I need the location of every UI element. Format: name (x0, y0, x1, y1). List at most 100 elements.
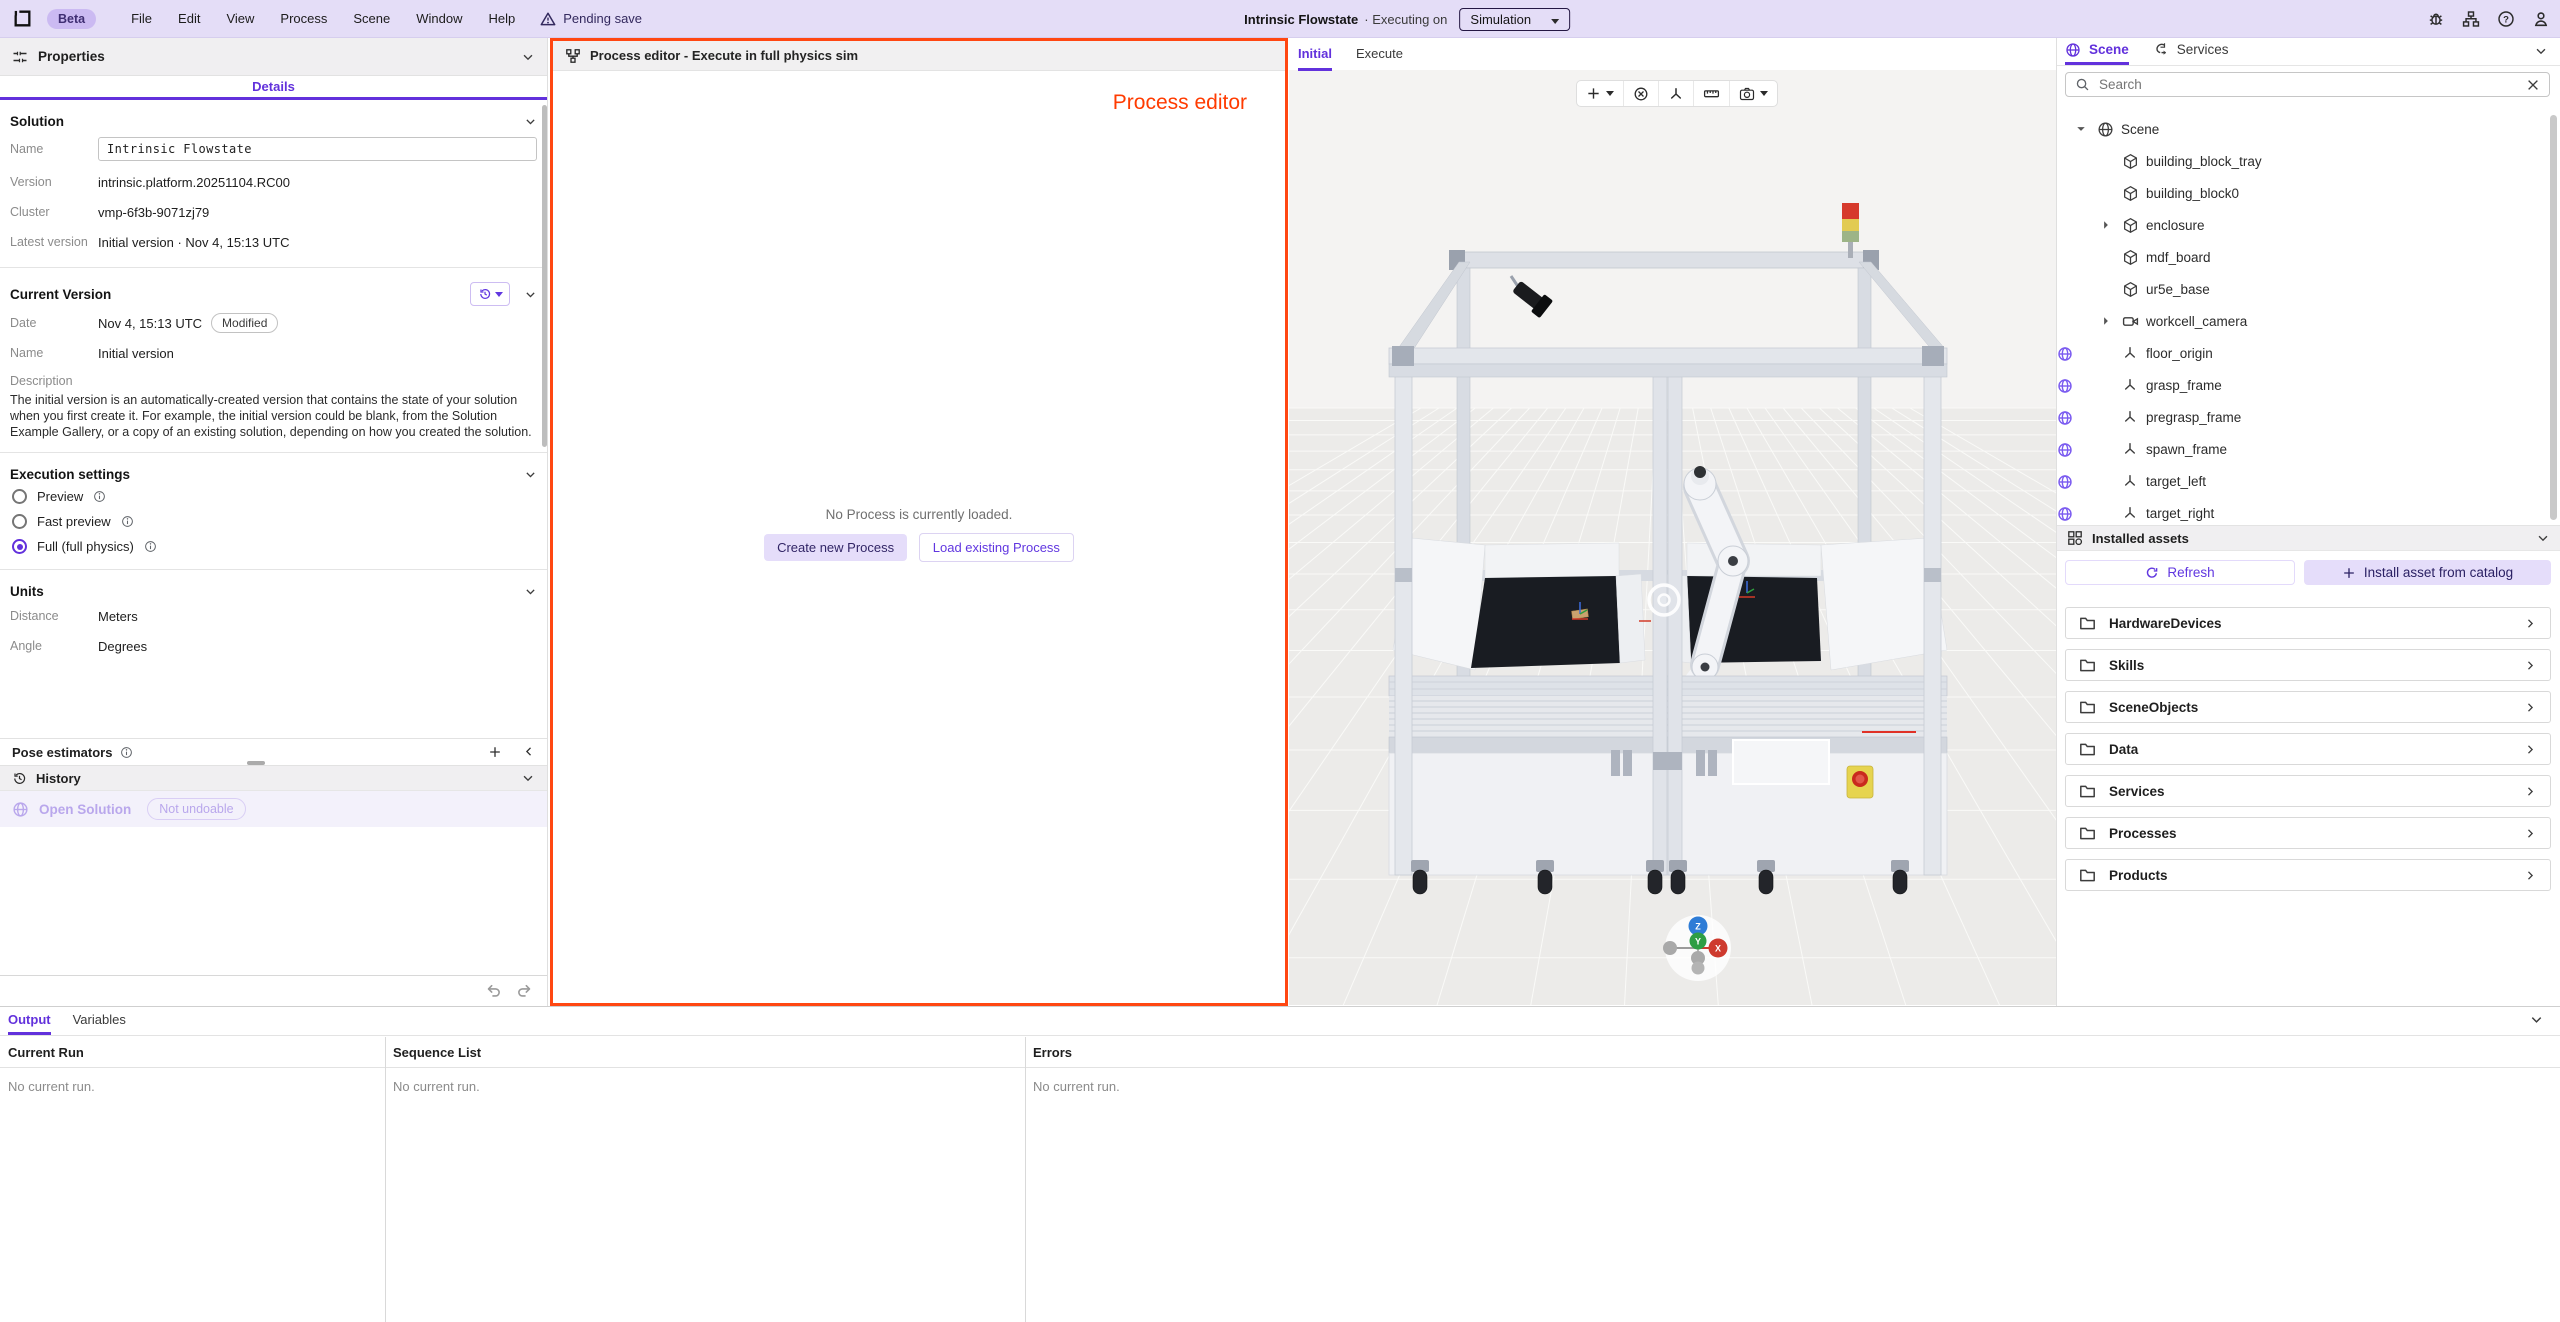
chevron-down-icon[interactable] (521, 771, 535, 785)
refresh-button[interactable]: Refresh (2065, 560, 2295, 585)
asset-folder-row[interactable]: Processes (2065, 817, 2551, 849)
tree-row[interactable]: building_block0 (2057, 178, 2552, 210)
radio-button[interactable] (12, 539, 27, 554)
load-existing-process-button[interactable]: Load existing Process (918, 533, 1074, 562)
menu-item[interactable]: Help (476, 5, 529, 32)
tab-details[interactable]: Details (252, 76, 295, 94)
create-new-process-button[interactable]: Create new Process (764, 534, 908, 561)
execution-settings-header[interactable]: Execution settings (10, 467, 537, 482)
tree-item-label: workcell_camera (2146, 314, 2248, 329)
viewport-tab[interactable]: Initial (1298, 38, 1332, 71)
clear-search-icon[interactable] (2526, 78, 2540, 92)
asset-folder-row[interactable]: HardwareDevices (2065, 607, 2551, 639)
chevron-down-icon[interactable] (2536, 531, 2550, 545)
not-undoable-badge: Not undoable (147, 798, 246, 820)
measure-ruler-button[interactable] (1693, 81, 1729, 106)
asset-folder-row[interactable]: SceneObjects (2065, 691, 2551, 723)
solution-latest-version-row: Latest version Initial version · Nov 4, … (10, 234, 290, 250)
right-panel-scrollbar[interactable] (2550, 115, 2557, 520)
chevron-down-icon[interactable] (524, 288, 537, 301)
output-panel-tab[interactable]: Output (8, 1006, 51, 1035)
deselect-button[interactable] (1623, 81, 1658, 106)
world-frame-badge-icon (2057, 410, 2073, 426)
info-icon (120, 746, 133, 759)
radio-button[interactable] (12, 514, 27, 529)
execution-option-row[interactable]: Fast preview (0, 509, 547, 534)
chevron-down-icon[interactable] (524, 115, 537, 128)
menu-item[interactable]: Scene (340, 5, 403, 32)
tree-row[interactable]: building_block_tray (2057, 146, 2552, 178)
column-divider[interactable] (385, 1037, 386, 1322)
menu-item[interactable]: Edit (165, 5, 213, 32)
asset-folder-row[interactable]: Services (2065, 775, 2551, 807)
restore-version-button[interactable] (470, 282, 510, 306)
current-version-section-header[interactable]: Current Version (10, 282, 537, 306)
execution-option-row[interactable]: Preview (0, 484, 547, 509)
left-panel-scrollbar[interactable] (542, 105, 547, 447)
tree-row[interactable]: Scene (2057, 114, 2552, 146)
svg-text:X: X (1715, 944, 1721, 954)
tree-row[interactable]: floor_origin (2057, 338, 2552, 370)
installed-assets-header[interactable]: Installed assets (2057, 525, 2560, 551)
chevron-down-icon[interactable] (2529, 1012, 2544, 1027)
screenshot-camera-button[interactable] (1729, 81, 1777, 106)
expand-right-icon[interactable] (2100, 219, 2112, 231)
undo-icon[interactable] (485, 982, 502, 999)
radio-button[interactable] (12, 489, 27, 504)
add-pose-estimator-button[interactable] (488, 745, 502, 759)
properties-panel-header[interactable]: Properties (0, 38, 547, 76)
process-editor-panel: Process editor - Execute in full physics… (550, 38, 1288, 1006)
execution-option-row[interactable]: Full (full physics) (0, 534, 547, 559)
menu-item[interactable]: File (118, 5, 165, 32)
tree-row[interactable]: workcell_camera (2057, 306, 2552, 338)
help-icon[interactable]: ? (2497, 10, 2515, 28)
expand-down-icon[interactable] (2075, 123, 2087, 135)
tree-item-label: enclosure (2146, 218, 2205, 233)
properties-panel: Properties Details Solution Name Version… (0, 38, 548, 1006)
svg-text:Y: Y (1695, 937, 1701, 947)
chevron-down-icon[interactable] (2534, 44, 2548, 58)
history-entry-open-solution[interactable]: Open Solution Not undoable (0, 791, 547, 827)
solution-name-input[interactable] (98, 137, 537, 161)
install-asset-button[interactable]: Install asset from catalog (2304, 560, 2551, 585)
units-section-header[interactable]: Units (10, 584, 537, 599)
tree-row[interactable]: grasp_frame (2057, 370, 2552, 402)
output-panel-tab[interactable]: Variables (73, 1006, 126, 1035)
3d-viewport-canvas[interactable]: Z Y X (1289, 70, 2056, 1005)
chevron-down-icon[interactable] (521, 50, 535, 64)
account-icon[interactable] (2532, 10, 2550, 28)
scene-search-box (2065, 72, 2550, 97)
frame-axes-button[interactable] (1658, 81, 1693, 106)
process-editor-header[interactable]: Process editor - Execute in full physics… (553, 41, 1285, 71)
menu-item[interactable]: Process (267, 5, 340, 32)
history-section-header[interactable]: History (0, 765, 547, 791)
search-input[interactable] (2099, 77, 2517, 92)
redo-icon[interactable] (516, 982, 533, 999)
menu-item[interactable]: Window (403, 5, 475, 32)
sitemap-icon[interactable] (2462, 10, 2480, 28)
cube-icon (2122, 153, 2139, 170)
solution-section-header[interactable]: Solution (10, 114, 537, 129)
bug-report-icon[interactable] (2427, 10, 2445, 28)
chevron-down-icon[interactable] (524, 468, 537, 481)
tab-scene[interactable]: Scene (2065, 37, 2129, 65)
add-object-button[interactable] (1577, 81, 1623, 106)
chevron-down-icon[interactable] (524, 585, 537, 598)
asset-folder-row[interactable]: Products (2065, 859, 2551, 891)
chevron-left-icon[interactable] (522, 745, 535, 759)
tree-row[interactable]: spawn_frame (2057, 434, 2552, 466)
asset-folder-row[interactable]: Skills (2065, 649, 2551, 681)
expand-right-icon[interactable] (2100, 315, 2112, 327)
column-divider[interactable] (1025, 1037, 1026, 1322)
tree-row[interactable]: ur5e_base (2057, 274, 2552, 306)
tree-row[interactable]: pregrasp_frame (2057, 402, 2552, 434)
execution-target-select[interactable]: Simulation (1459, 7, 1571, 31)
viewport-tab[interactable]: Execute (1356, 38, 1403, 71)
pose-estimators-section-header[interactable]: Pose estimators (0, 738, 547, 765)
tree-row[interactable]: target_left (2057, 466, 2552, 498)
tree-row[interactable]: enclosure (2057, 210, 2552, 242)
tab-services[interactable]: Services (2153, 37, 2229, 65)
asset-folder-row[interactable]: Data (2065, 733, 2551, 765)
tree-row[interactable]: mdf_board (2057, 242, 2552, 274)
menu-item[interactable]: View (213, 5, 267, 32)
